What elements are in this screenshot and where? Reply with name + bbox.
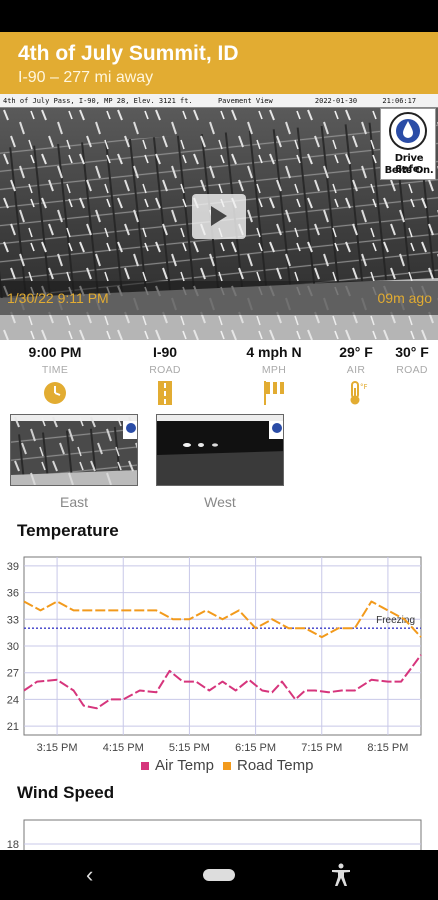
y-tick-label: 21: [7, 721, 19, 733]
camera-caption: 1/30/22 9:11 PM 09m ago: [0, 281, 438, 315]
navigation-bar: ‹: [0, 850, 438, 900]
camera-thumbnail-west-image: [157, 415, 283, 485]
wind-icon: [264, 381, 284, 405]
play-button[interactable]: [192, 194, 246, 239]
page-title: 4th of July Summit, ID: [18, 42, 239, 65]
stat-wind: 4 mph N MPH: [239, 343, 309, 411]
legend-label: Road Temp: [237, 757, 313, 774]
thumbnail-label-east: East: [59, 494, 88, 510]
stat-road-temp: 30° F ROAD: [377, 343, 438, 377]
stat-wind-value: 4 mph N: [246, 344, 302, 360]
y-tick-label: 30: [7, 641, 19, 653]
y-tick-label: 33: [7, 614, 19, 626]
temperature-title: Temperature: [17, 521, 119, 540]
stat-road-label: ROAD: [149, 364, 181, 376]
thermometer-icon: °F: [350, 381, 368, 405]
status-bar: [0, 0, 438, 32]
back-icon[interactable]: ‹: [86, 862, 93, 888]
stat-road: I-90 ROAD: [130, 343, 200, 411]
stat-road-temp-label: ROAD: [396, 364, 428, 376]
temperature-chart: 21 24 27 30 33 36 39 3:15 PM 4:15 PM 5:15 PM 6:15 …: [7, 556, 422, 774]
x-tick-label: 5:15 PM: [169, 742, 210, 754]
clock-icon: [44, 382, 66, 404]
camera-info-strip: 4th of July Pass, I-90, MP 28, Elev. 312…: [0, 94, 438, 108]
svg-text:°F: °F: [360, 383, 368, 391]
accessibility-icon[interactable]: [330, 863, 352, 887]
x-tick-label: 8:15 PM: [367, 742, 408, 754]
camera-view[interactable]: 4th of July Pass, I-90, MP 28, Elev. 312…: [0, 94, 438, 340]
camera-timestamp: 1/30/22 9:11 PM: [7, 290, 109, 306]
freezing-label: Freezing: [376, 615, 415, 626]
stat-road-temp-value: 30° F: [395, 344, 429, 360]
stat-time-value: 9:00 PM: [28, 344, 82, 360]
stat-time-label: TIME: [41, 364, 69, 376]
x-tick-label: 3:15 PM: [37, 742, 78, 754]
wind-speed-title: Wind Speed: [17, 783, 115, 802]
stat-wind-label: MPH: [261, 364, 287, 376]
camera-date: 2022-01-30: [314, 97, 358, 105]
y-tick-label: 39: [7, 561, 19, 573]
drive-safe-badge: Drive Safe. Belts On.: [380, 108, 436, 180]
legend-swatch: [141, 762, 149, 770]
badge-line-2: Belts On.: [384, 165, 434, 176]
stat-time: 9:00 PM TIME: [20, 343, 90, 411]
camera-thumbnail-west[interactable]: [156, 414, 284, 486]
home-pill-icon[interactable]: [203, 869, 235, 881]
camera-age: 09m ago: [377, 290, 432, 306]
play-icon: [211, 206, 227, 226]
state-seal-icon: [389, 112, 427, 150]
camera-thumbnail-east[interactable]: [10, 414, 138, 486]
camera-thumbnail-east-image: [11, 415, 137, 485]
conditions-row: 9:00 PM TIME I-90 ROAD 4 mph N MPH 29° F…: [0, 340, 438, 412]
y-tick-label: 24: [7, 694, 19, 706]
y-tick-label: 36: [7, 588, 19, 600]
legend-swatch: [223, 762, 231, 770]
camera-view-name: Pavement View: [217, 97, 273, 105]
y-tick-label: 27: [7, 668, 19, 680]
camera-time: 21:06:17: [382, 97, 417, 105]
camera-location: 4th of July Pass, I-90, MP 28, Elev. 312…: [3, 97, 193, 105]
legend-label: Air Temp: [155, 757, 214, 774]
wind-plot-area: [23, 819, 422, 852]
x-tick-label: 6:15 PM: [235, 742, 276, 754]
road-icon: [158, 381, 172, 405]
header: 4th of July Summit, ID I-90 – 277 mi awa…: [0, 32, 438, 94]
page-subtitle: I-90 – 277 mi away: [18, 69, 154, 86]
thumbnail-label-west: West: [204, 494, 236, 510]
wind-speed-chart: 18: [7, 819, 422, 852]
stat-road-value: I-90: [152, 344, 178, 360]
x-tick-label: 7:15 PM: [301, 742, 342, 754]
x-tick-label: 4:15 PM: [103, 742, 144, 754]
